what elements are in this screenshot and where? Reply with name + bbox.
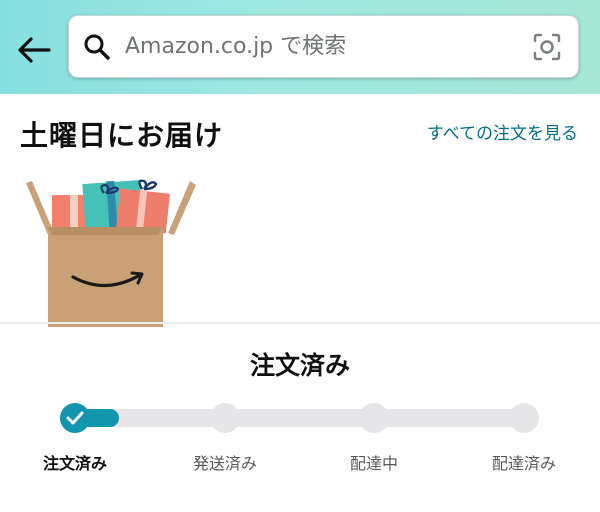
step-dot-shipped xyxy=(210,403,240,433)
back-arrow-icon xyxy=(18,37,51,63)
section-divider xyxy=(0,322,600,324)
step-dot-in-transit xyxy=(359,403,389,433)
step-label-in-transit: 配達中 xyxy=(349,454,399,473)
progress-track xyxy=(74,409,525,427)
camera-scan-icon[interactable] xyxy=(532,32,562,62)
step-label-ordered: 注文済み xyxy=(42,454,108,473)
order-status-title: 注文済み xyxy=(249,351,350,380)
top-header: Amazon.co.jp で検索 xyxy=(0,0,600,94)
step-dot-ordered xyxy=(60,403,90,433)
checkmark-icon xyxy=(66,411,84,425)
see-all-orders-link[interactable]: すべての注文を見る xyxy=(413,121,578,147)
delivery-date-title: 土曜日にお届け xyxy=(20,119,224,152)
search-bar[interactable]: Amazon.co.jp で検索 xyxy=(68,15,579,78)
step-label-shipped: 発送済み xyxy=(192,454,258,473)
step-dot-delivered xyxy=(509,403,539,433)
search-icon xyxy=(84,34,110,60)
search-input[interactable]: Amazon.co.jp で検索 xyxy=(125,33,346,61)
back-button[interactable] xyxy=(14,30,54,70)
step-label-delivered: 配達済み xyxy=(491,454,557,473)
package-box-image xyxy=(26,179,196,327)
